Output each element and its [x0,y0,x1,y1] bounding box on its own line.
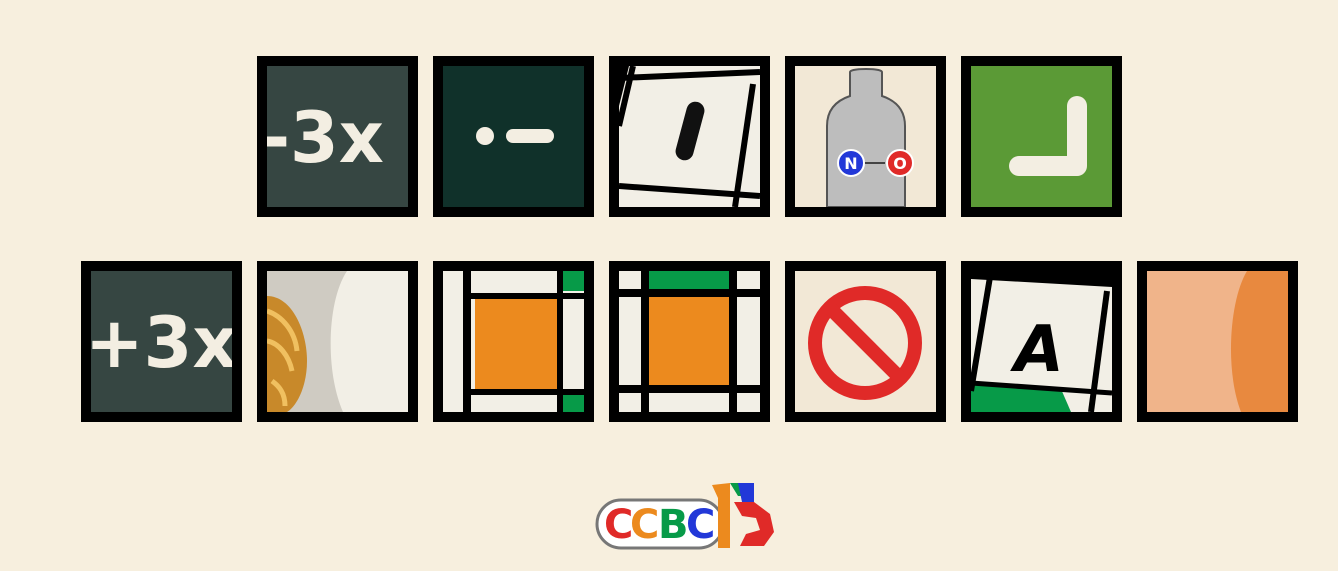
orange-shape-icon [1230,271,1288,412]
svg-text:C: C [630,502,659,548]
tile-orange-square-2[interactable] [609,261,770,422]
svg-text:B: B [658,502,689,548]
tile-pasta[interactable] [257,261,418,422]
plus-3x-text: +3x [91,302,232,384]
oxygen-label: O [893,154,907,173]
chalk-text-graphic: -3x [267,66,408,207]
tile-dot-dash[interactable] [433,56,594,217]
tile-letter-l[interactable] [609,56,770,217]
tile-orange-shape[interactable] [1137,261,1298,422]
dot-icon [476,127,494,145]
minus-3x-text: -3x [267,97,384,179]
svg-text:C: C [604,502,633,548]
letter-a-glyph: A [1009,313,1064,387]
orange-square-icon [649,297,729,385]
orange-square-icon [475,297,561,389]
tile-no-cylinder[interactable]: N O [785,56,946,217]
tile-minus-3x[interactable]: -3x [257,56,418,217]
svg-text:C: C [686,502,715,548]
tile-plus-3x[interactable]: +3x [81,261,242,422]
logo-number: 15 [594,480,596,481]
tile-orange-square-1[interactable] [433,261,594,422]
tile-letter-a[interactable]: A [961,261,1122,422]
tile-corner-l[interactable] [961,56,1122,217]
nitrogen-label: N [844,154,857,173]
tile-prohibited[interactable] [785,261,946,422]
dash-icon [506,129,554,143]
ccbc15-logo: C C B C 15 [594,480,774,550]
